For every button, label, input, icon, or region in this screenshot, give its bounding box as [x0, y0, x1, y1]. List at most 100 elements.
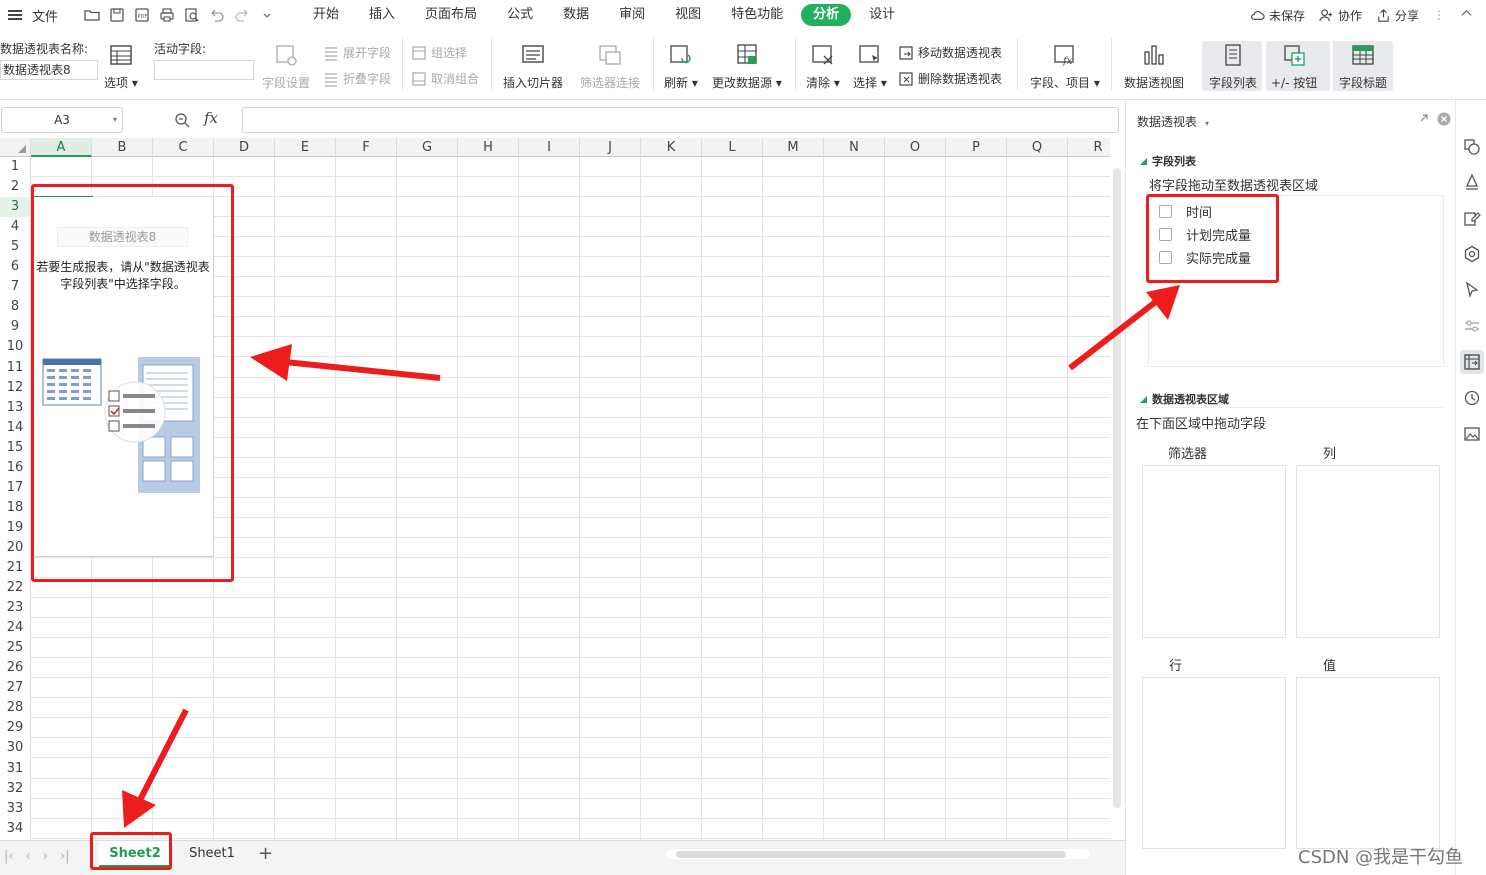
row-header[interactable]: 29 [0, 718, 31, 738]
print-icon[interactable] [159, 7, 175, 23]
style-icon[interactable] [1463, 173, 1481, 191]
chevron-down-icon[interactable] [259, 7, 275, 23]
areas-section[interactable]: 数据透视表区域 [1140, 391, 1229, 407]
row-header[interactable]: 25 [0, 638, 31, 658]
row-header[interactable]: 22 [0, 578, 31, 598]
vertical-scrollbar[interactable] [1110, 160, 1125, 840]
row-header[interactable]: 15 [0, 438, 31, 458]
column-header[interactable]: N [824, 138, 885, 157]
tab-review[interactable]: 审阅 [619, 4, 645, 26]
field-headers-button[interactable]: 字段标题 [1339, 42, 1387, 91]
row-header[interactable]: 10 [0, 337, 31, 357]
pivot-panel-icon[interactable] [1460, 350, 1484, 374]
clear-button[interactable]: 清除 ▾ [806, 42, 840, 91]
column-header[interactable]: L [702, 138, 763, 157]
chevron-down-icon[interactable]: ▾ [113, 108, 117, 132]
more-icon[interactable]: ⋮ [1433, 8, 1445, 22]
column-header[interactable]: D [214, 138, 275, 157]
filter-drop-area[interactable] [1142, 465, 1286, 638]
fields-items-button[interactable]: fx 字段、项目 ▾ [1030, 42, 1100, 91]
row-header[interactable]: 23 [0, 598, 31, 618]
options-button[interactable]: 选项 ▾ [104, 42, 138, 91]
row-header[interactable]: 31 [0, 759, 31, 779]
row-header[interactable]: 32 [0, 779, 31, 799]
row-header[interactable]: 24 [0, 618, 31, 638]
row-header[interactable]: 19 [0, 518, 31, 538]
column-header[interactable]: K [641, 138, 702, 157]
horizontal-scrollbar[interactable] [666, 849, 1090, 859]
column-header[interactable]: F [336, 138, 397, 157]
history-icon[interactable] [1463, 389, 1481, 407]
tab-design[interactable]: 设计 [869, 4, 895, 26]
active-field-input[interactable] [154, 60, 254, 80]
expand-field-button[interactable]: 展开字段 [323, 44, 391, 61]
formula-input[interactable] [242, 107, 1119, 133]
field-settings-button[interactable]: 字段设置 [262, 42, 310, 91]
columns-drop-area[interactable] [1296, 465, 1440, 638]
print-preview-icon[interactable] [184, 7, 200, 23]
row-header[interactable]: 28 [0, 698, 31, 718]
settings-icon[interactable] [1463, 245, 1481, 263]
pivot-chart-button[interactable]: 数据透视图 [1124, 42, 1184, 91]
column-header[interactable]: E [275, 138, 336, 157]
add-sheet-button[interactable]: + [258, 841, 273, 867]
menu-icon[interactable] [8, 9, 24, 21]
row-header[interactable]: 4 [0, 217, 31, 237]
sheet-tab-sheet1[interactable]: Sheet1 [182, 841, 242, 867]
select-all-corner[interactable] [0, 138, 31, 157]
values-drop-area[interactable] [1296, 677, 1440, 849]
select-button[interactable]: 选择 ▾ [853, 42, 887, 91]
tab-features[interactable]: 特色功能 [731, 4, 783, 26]
row-header[interactable]: 1 [0, 157, 31, 177]
column-header[interactable]: Q [1007, 138, 1068, 157]
change-source-button[interactable]: 更改数据源 ▾ [712, 42, 782, 91]
image-icon[interactable] [1463, 425, 1481, 443]
tab-insert[interactable]: 插入 [369, 4, 395, 26]
tab-home[interactable]: 开始 [313, 4, 339, 26]
column-header[interactable]: H [458, 138, 519, 157]
column-header[interactable]: M [763, 138, 824, 157]
row-header[interactable]: 21 [0, 558, 31, 578]
row-header[interactable]: 14 [0, 418, 31, 438]
last-sheet-icon[interactable]: ›| [60, 849, 70, 864]
rows-drop-area[interactable] [1142, 677, 1286, 849]
group-selection-button[interactable]: 组选择 [411, 44, 467, 61]
row-header[interactable]: 12 [0, 378, 31, 398]
collab-button[interactable]: 协作 [1319, 7, 1362, 24]
name-box[interactable]: A3 ▾ [1, 107, 123, 133]
row-header[interactable]: 6 [0, 257, 31, 277]
unsaved-status[interactable]: 未保存 [1250, 7, 1305, 24]
column-header[interactable]: O [885, 138, 946, 157]
edit-icon[interactable] [1463, 209, 1481, 227]
insert-function-icon[interactable]: fx [204, 109, 218, 127]
cursor-icon[interactable] [1463, 281, 1481, 299]
field-list-section[interactable]: 字段列表 [1140, 153, 1196, 169]
tab-view[interactable]: 视图 [675, 4, 701, 26]
column-header[interactable]: A [31, 138, 92, 157]
row-header[interactable]: 27 [0, 678, 31, 698]
chevron-down-icon[interactable]: ▾ [1205, 119, 1209, 128]
file-menu[interactable]: 文件 [32, 6, 58, 25]
row-header[interactable]: 17 [0, 478, 31, 498]
column-header[interactable]: J [580, 138, 641, 157]
close-icon[interactable] [1437, 112, 1451, 126]
refresh-button[interactable]: 刷新 ▾ [664, 42, 698, 91]
zoom-icon[interactable] [174, 112, 190, 128]
prev-sheet-icon[interactable]: ‹ [26, 849, 31, 864]
tab-page-layout[interactable]: 页面布局 [425, 4, 477, 26]
redo-icon[interactable] [234, 7, 250, 23]
next-sheet-icon[interactable]: › [43, 849, 48, 864]
pivot-name-input[interactable]: 数据透视表8 [0, 60, 98, 80]
ungroup-button[interactable]: 取消组合 [411, 70, 479, 87]
row-header[interactable]: 30 [0, 738, 31, 758]
row-header[interactable]: 5 [0, 237, 31, 257]
first-sheet-icon[interactable]: |‹ [4, 849, 14, 864]
collapse-field-button[interactable]: 折叠字段 [323, 70, 391, 87]
slider-icon[interactable] [1463, 317, 1481, 335]
panel-title[interactable]: 数据透视表 ▾ [1137, 113, 1209, 130]
column-header[interactable]: C [153, 138, 214, 157]
delete-pivot-button[interactable]: 删除数据透视表 [898, 70, 1002, 87]
horizontal-scroll-thumb[interactable] [676, 851, 1066, 858]
column-header[interactable]: P [946, 138, 1007, 157]
row-header[interactable]: 16 [0, 458, 31, 478]
